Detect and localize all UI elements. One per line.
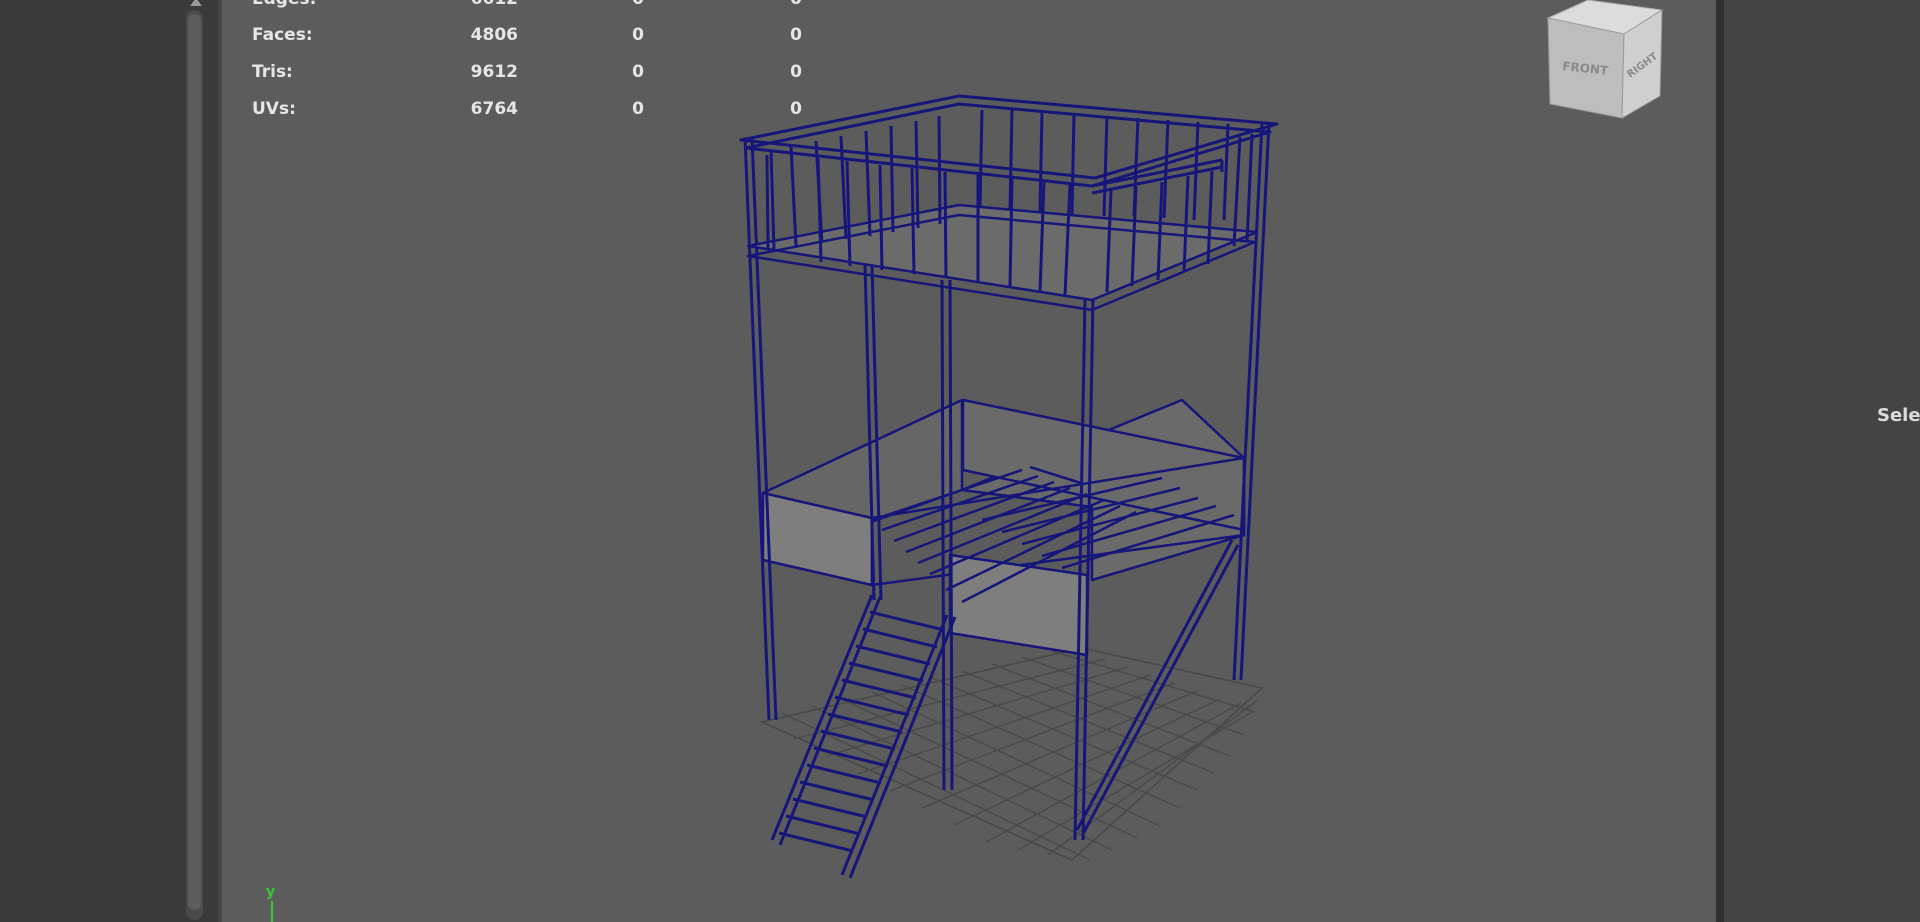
viewcube[interactable]: FRONT RIGHT: [1540, 0, 1680, 130]
staircase: [770, 594, 957, 879]
scrollbar-thumb[interactable]: [188, 14, 201, 910]
right-panel: Selec: [1724, 0, 1920, 922]
watchtower-model[interactable]: [222, 0, 1716, 922]
vertical-scrollbar[interactable]: [186, 10, 203, 920]
3d-viewport[interactable]: Edges: 6612 0 0 Faces: 4806 0 0 Tris: 96…: [222, 0, 1716, 922]
left-panel: [0, 0, 222, 922]
axis-y-label: y: [266, 884, 276, 900]
right-panel-text: Selec: [1877, 405, 1920, 426]
scroll-up-arrow-icon[interactable]: [190, 0, 202, 6]
railing-balusters: [765, 109, 1254, 297]
panel-divider[interactable]: [1716, 0, 1724, 922]
